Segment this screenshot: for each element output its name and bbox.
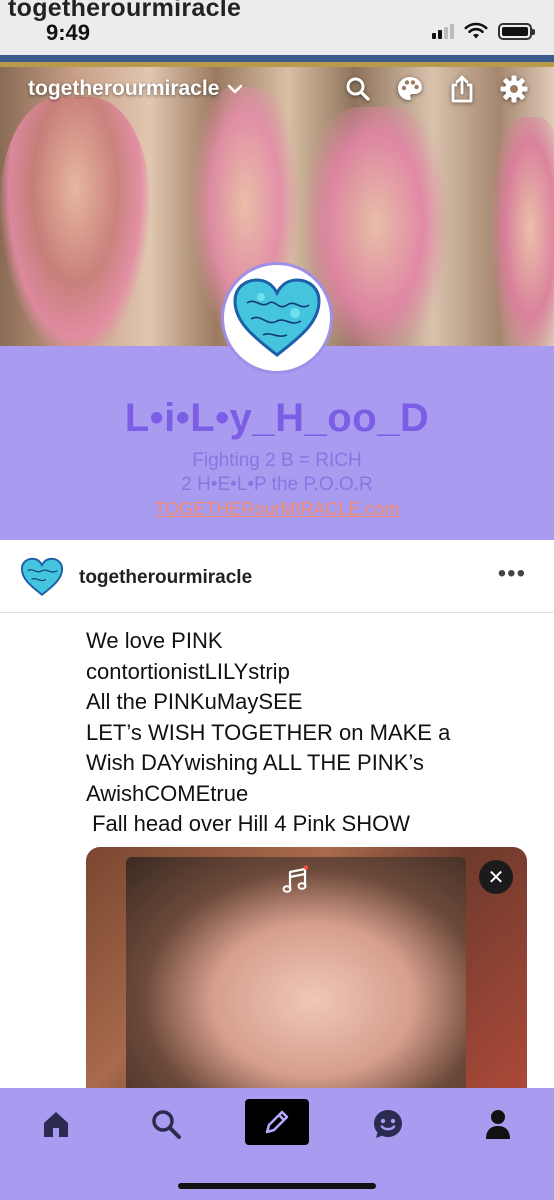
profile-title: L•i•L•y_H_oo_D <box>124 396 430 440</box>
post-more-button[interactable]: ••• <box>498 560 526 588</box>
post-text-line: AwishCOMEtrue <box>86 780 249 806</box>
media-close-button[interactable]: ✕ <box>479 860 513 894</box>
pencil-icon <box>265 1110 289 1134</box>
profile-description-line: Fighting 2 B = RICH <box>192 450 362 471</box>
home-icon <box>44 1112 68 1137</box>
settings-button[interactable] <box>498 73 530 105</box>
status-bar: togetherourmiracle 9:49 <box>0 0 554 55</box>
account-icon <box>486 1110 510 1139</box>
status-time: 9:49 <box>46 20 91 45</box>
post-text-line: We love PINK <box>86 628 223 653</box>
profile-description-line: 2 H•E•L•P the P.O.O.R <box>181 474 373 495</box>
battery-icon <box>498 22 535 40</box>
profile-link[interactable]: TOGETHERourMIRACLE.com <box>0 499 554 520</box>
chevron-down-icon <box>228 84 243 94</box>
post-body: We love PINK contortionistLILYstrip All … <box>86 626 526 840</box>
post-header: togetherourmiracle ••• <box>0 540 554 613</box>
search-button[interactable] <box>342 73 374 105</box>
post-text-line: LET’s WISH TOGETHER on MAKE a <box>86 719 451 745</box>
gear-icon <box>500 75 528 103</box>
post-card: togetherourmiracle ••• We love PINK cont… <box>0 540 554 1107</box>
post-blog-name[interactable]: togetherourmiracle <box>79 567 252 589</box>
tab-activity[interactable] <box>366 1102 410 1146</box>
header-photo-figure <box>0 97 150 346</box>
blog-switcher[interactable]: togetherourmiracle <box>28 77 243 101</box>
status-icons <box>432 22 535 40</box>
home-indicator <box>178 1183 376 1189</box>
search-icon <box>152 1110 181 1139</box>
tab-compose[interactable] <box>245 1099 309 1145</box>
wifi-icon <box>464 22 488 39</box>
accent-strip <box>0 55 554 67</box>
header-nav: togetherourmiracle <box>0 67 554 113</box>
post-media[interactable]: ✕ <box>86 847 527 1107</box>
tab-account[interactable] <box>476 1102 520 1146</box>
activity-smiley-icon <box>374 1110 402 1138</box>
post-text-line: Fall head over Hill 4 Pink SHOW <box>86 811 410 836</box>
cellular-signal-icon <box>432 23 454 39</box>
palette-button[interactable] <box>394 73 426 105</box>
profile-section: L•i•L•y_H_oo_D Fighting 2 B = RICH 2 H•E… <box>0 346 554 540</box>
post-text-line: All the PINKuMaySEE <box>86 689 303 714</box>
share-button[interactable] <box>446 73 478 105</box>
share-icon <box>451 75 473 103</box>
heart-avatar-icon <box>233 278 321 357</box>
post-text-line: contortionistLILYstrip <box>86 658 290 684</box>
palette-icon <box>398 77 422 100</box>
header-photo-figure <box>490 117 554 346</box>
post-text-line: Wish DAYwishing ALL THE PINK’s <box>86 750 424 775</box>
post-avatar-icon[interactable] <box>20 557 64 597</box>
search-icon <box>346 77 370 101</box>
tab-search[interactable] <box>144 1102 188 1146</box>
blog-switcher-label: togetherourmiracle <box>28 77 220 100</box>
profile-description: Fighting 2 B = RICH 2 H•E•L•P the P.O.O.… <box>0 449 554 497</box>
tab-home[interactable] <box>34 1102 78 1146</box>
blog-avatar[interactable] <box>221 262 333 374</box>
header-actions <box>342 73 530 105</box>
overlay-title: togetherourmiracle <box>8 0 242 22</box>
music-note-icon <box>282 865 309 893</box>
